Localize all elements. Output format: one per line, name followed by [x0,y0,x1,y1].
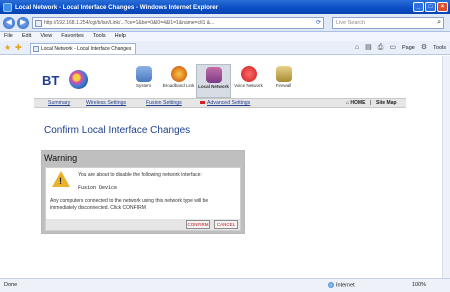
menu-bar: File Edit View Favorites Tools Help [0,32,450,41]
home-label: HOME [350,100,366,106]
new-badge-icon [200,100,206,106]
cancel-button[interactable]: CANCEL [214,220,238,229]
section-nav: System Broadband Link Local Network Voic… [126,64,301,98]
system-icon [135,66,152,82]
interface-name: Fusion Device [78,185,118,191]
search-input[interactable]: Live Search ⌕ [332,17,444,29]
menu-tools[interactable]: Tools [93,32,106,41]
menu-view[interactable]: View [40,32,52,41]
tools-menu-icon[interactable]: ⚙ [421,44,427,52]
page-title: Confirm Local Interface Changes [44,125,191,136]
internet-zone-icon [328,282,334,288]
menu-file[interactable]: File [4,32,13,41]
close-button[interactable]: × [437,2,448,12]
site-map-link[interactable]: Site Map [376,100,397,106]
page-content: BT System Broadband Link Local Network V… [0,56,450,278]
tab-summary[interactable]: Summary [48,100,70,106]
address-bar[interactable]: http://192.168.1.254/cgi/b/lan/Link/...?… [32,17,324,29]
confirm-button[interactable]: CONFIRM [186,220,210,229]
bt-logo-text: BT [42,73,60,88]
forward-icon[interactable]: ▶ [17,17,29,29]
search-placeholder: Live Search [336,20,366,26]
tools-menu[interactable]: Tools [433,45,446,51]
nav-broadband-link[interactable]: Broadband Link [161,64,196,98]
feeds-icon[interactable]: ▤ [365,44,372,52]
command-bar: ⌂ ▤ ⎙ ▭ Page ⚙ Tools [355,44,446,52]
exclamation-icon: ! [59,176,62,186]
menu-edit[interactable]: Edit [22,32,31,41]
bt-logo[interactable]: BT [42,70,92,90]
nav-label: Local Network [198,84,229,89]
menu-help[interactable]: Help [115,32,126,41]
status-bar: Done Internet 100% [0,278,450,292]
address-toolbar: ◀ ▶ http://192.168.1.254/cgi/b/lan/Link/… [0,14,450,32]
button-bar: CONFIRM CANCEL [46,219,240,230]
tab-title: Local Network - Local Interface Changes [41,46,132,52]
page-icon [35,19,42,27]
window-title: Local Network - Local Interface Changes … [15,3,219,11]
tab-wireless-settings[interactable]: Wireless Settings [86,100,126,106]
vertical-scrollbar[interactable] [442,56,450,278]
back-icon[interactable]: ◀ [3,17,15,29]
warning-body: ! You are about to disable the following… [45,167,241,231]
security-zone: Internet [328,282,355,288]
tab-advanced-settings[interactable]: Advanced Settings [207,100,250,106]
nav-label: System [135,83,151,88]
search-icon[interactable]: ⌕ [437,19,441,27]
page-menu[interactable]: Page [402,45,415,51]
minimize-button[interactable]: _ [413,2,424,12]
maximize-button[interactable]: □ [425,2,436,12]
ie-icon [3,2,12,12]
page-menu-icon[interactable]: ▭ [389,44,396,52]
zone-label: Internet [336,282,355,289]
warning-panel: Warning ! You are about to disable the f… [41,150,245,234]
voice-network-icon [240,66,257,82]
refresh-icon[interactable]: ⟳ [316,19,321,26]
nav-firewall[interactable]: Firewall [266,64,301,98]
status-text: Done [4,282,18,288]
bt-globe-icon [69,70,88,89]
firewall-icon [275,66,292,82]
favorites-star-icon[interactable]: ★ [4,44,11,52]
window-controls: _ □ × [413,2,448,12]
nav-system[interactable]: System [126,64,161,98]
tab-row: ★ ✚ Local Network - Local Interface Chan… [0,41,450,55]
subnav-bar: Summary Wireless Settings Fusion Setting… [34,98,406,108]
nav-label: Voice Network [234,83,263,88]
local-network-icon [205,67,222,83]
print-icon[interactable]: ⎙ [378,44,384,52]
home-icon[interactable]: ⌂ [355,44,359,52]
nav-label: Firewall [275,83,292,88]
window-title-bar: Local Network - Local Interface Changes … [0,0,450,14]
nav-voice-network[interactable]: Voice Network [231,64,266,98]
address-url: http://192.168.1.254/cgi/b/lan/Link/...?… [44,20,215,26]
warning-message: You are about to disable the following n… [78,172,202,178]
zoom-level[interactable]: 100% [412,282,426,288]
menu-favorites[interactable]: Favorites [61,32,84,41]
nav-label: Broadband Link [162,83,195,88]
broadband-icon [170,66,187,82]
warning-title: Warning [44,153,78,163]
add-favorite-icon[interactable]: ✚ [15,44,22,52]
home-link[interactable]: ⌂ HOME [346,100,365,106]
tab-page-icon [33,46,39,52]
warning-consequence: Any computers connected to the network u… [50,198,209,211]
browser-tab[interactable]: Local Network - Local Interface Changes [30,43,136,54]
tab-fusion-settings[interactable]: Fusion Settings [146,100,182,106]
nav-local-network[interactable]: Local Network [196,64,231,98]
